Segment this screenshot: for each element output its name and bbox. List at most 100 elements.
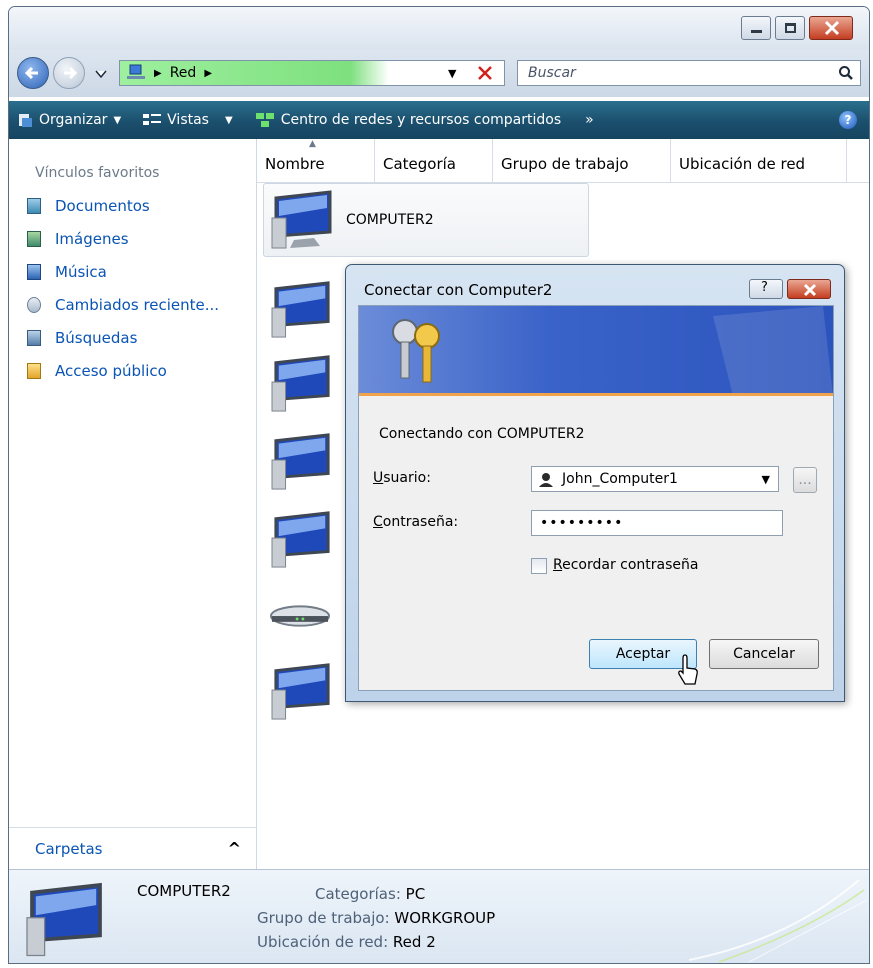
- router-icon[interactable]: [267, 587, 333, 647]
- dialog-banner: [359, 306, 833, 396]
- dialog-message: Conectando con COMPUTER2: [379, 426, 585, 442]
- network-icon: [127, 64, 145, 79]
- column-label: Ubicación de red: [679, 155, 806, 173]
- sidebar-item-label: Documentos: [55, 196, 150, 215]
- help-button[interactable]: ?: [839, 111, 857, 129]
- username-combo[interactable]: John_Computer1 ▼: [531, 466, 779, 492]
- search-icon[interactable]: [838, 65, 854, 81]
- ok-label: Aceptar: [615, 646, 671, 662]
- help-icon: ?: [761, 280, 768, 295]
- network-center-button[interactable]: Centro de redes y recursos compartidos: [255, 112, 561, 128]
- category-value: PC: [405, 885, 426, 903]
- mouse-cursor-icon: [678, 654, 698, 685]
- public-folder-icon: [27, 362, 41, 379]
- user-icon: [539, 473, 553, 487]
- breadcrumb-separator-icon: ▶: [154, 67, 162, 79]
- folders-label: Carpetas: [35, 839, 103, 858]
- close-button[interactable]: [809, 16, 853, 40]
- banner-watermark: [713, 306, 833, 393]
- browse-users-button[interactable]: ...: [793, 467, 817, 493]
- cancel-button[interactable]: Cancelar: [709, 639, 819, 669]
- pictures-icon: [27, 230, 41, 247]
- search-input[interactable]: Buscar: [517, 60, 861, 86]
- sidebar-item-imagenes[interactable]: Imágenes: [9, 222, 256, 255]
- dialog-body: Conectando con COMPUTER2 Usuario: John_C…: [358, 305, 834, 691]
- column-header-grupo[interactable]: Grupo de trabajo: [493, 139, 671, 182]
- chevron-down-icon: ▼: [761, 472, 770, 486]
- address-bar[interactable]: ▶ Red ▶ ▼: [119, 60, 505, 86]
- location-label: Ubicación de red:: [257, 933, 389, 951]
- password-field[interactable]: •••••••••: [531, 510, 783, 536]
- column-label: Nombre: [265, 155, 325, 173]
- computer-icon[interactable]: [269, 661, 335, 721]
- stop-icon[interactable]: [476, 64, 494, 82]
- recent-icon: [27, 296, 41, 313]
- back-arrow-icon: [24, 66, 38, 80]
- maximize-icon: [785, 23, 796, 33]
- organize-label: Organizar: [39, 112, 108, 128]
- history-dropdown-icon[interactable]: [95, 69, 107, 79]
- cancel-label: Cancelar: [733, 646, 795, 662]
- close-icon: [803, 283, 817, 297]
- computer-icon[interactable]: [269, 431, 335, 491]
- remember-password-label[interactable]: Recordar contraseña: [553, 557, 699, 573]
- details-pane: COMPUTER2 Categorías: PC Grupo de trabaj…: [9, 869, 869, 963]
- forward-button[interactable]: [53, 57, 85, 89]
- list-item-selected[interactable]: COMPUTER2: [263, 183, 589, 257]
- favorite-links-list: Documentos Imágenes Música Cambiados rec…: [9, 189, 256, 387]
- more-commands-button[interactable]: »: [585, 112, 594, 128]
- computer-name: COMPUTER2: [346, 212, 434, 228]
- computer-icon[interactable]: [269, 353, 335, 413]
- computer-icon[interactable]: [269, 509, 335, 569]
- back-button[interactable]: [17, 57, 49, 89]
- folders-toggle[interactable]: Carpetas ^: [9, 827, 257, 869]
- column-header-categoria[interactable]: Categoría: [375, 139, 493, 182]
- command-bar: Organizar ▼ Vistas ▼ Centro de redes y r…: [9, 101, 869, 139]
- favorite-links-header: Vínculos favoritos: [35, 165, 160, 181]
- sidebar-item-acceso-publico[interactable]: Acceso público: [9, 354, 256, 387]
- password-value: •••••••••: [540, 515, 624, 531]
- details-properties: Categorías: PC Grupo de trabajo: WORKGRO…: [257, 882, 495, 954]
- username-value: John_Computer1: [562, 471, 678, 487]
- column-header-ubicacion[interactable]: Ubicación de red: [671, 139, 847, 182]
- sidebar-item-busquedas[interactable]: Búsquedas: [9, 321, 256, 354]
- details-name: COMPUTER2: [137, 882, 231, 900]
- computer-icon: [26, 882, 102, 957]
- dialog-close-button[interactable]: [787, 279, 831, 299]
- minimize-button[interactable]: [741, 16, 771, 40]
- column-label: Grupo de trabajo: [501, 155, 629, 173]
- help-icon: ?: [844, 113, 852, 127]
- organize-icon: [19, 114, 32, 127]
- sidebar-item-label: Acceso público: [55, 361, 167, 380]
- close-icon: [824, 20, 840, 36]
- sidebar-item-label: Música: [55, 262, 107, 281]
- sidebar-item-recientes[interactable]: Cambiados reciente...: [9, 288, 256, 321]
- column-label: Categoría: [383, 155, 457, 173]
- navigation-pane: Vínculos favoritos Documentos Imágenes M…: [9, 139, 257, 869]
- organize-button[interactable]: Organizar ▼: [17, 112, 121, 128]
- dialog-title: Conectar con Computer2: [364, 281, 553, 299]
- address-row: ▶ Red ▶ ▼ Buscar: [9, 49, 869, 97]
- maximize-button[interactable]: [775, 16, 805, 40]
- documents-icon: [27, 197, 41, 214]
- sidebar-item-label: Imágenes: [55, 229, 129, 248]
- breadcrumb-red[interactable]: Red: [170, 65, 197, 81]
- network-center-icon: [255, 113, 274, 127]
- column-headers: ▲ Nombre Categoría Grupo de trabajo Ubic…: [257, 139, 869, 183]
- workgroup-label: Grupo de trabajo:: [257, 909, 390, 927]
- address-dropdown-icon[interactable]: ▼: [448, 67, 456, 80]
- column-header-nombre[interactable]: ▲ Nombre: [257, 139, 375, 182]
- chevron-up-icon: ^: [227, 839, 241, 858]
- chevron-down-icon: ▼: [224, 114, 233, 126]
- remember-password-checkbox[interactable]: [531, 558, 547, 574]
- sidebar-item-label: Búsquedas: [55, 328, 138, 347]
- views-button[interactable]: Vistas ▼: [143, 112, 233, 128]
- location-value: Red 2: [392, 933, 436, 951]
- dialog-help-button[interactable]: ?: [749, 279, 783, 299]
- sidebar-item-documentos[interactable]: Documentos: [9, 189, 256, 222]
- computer-icon[interactable]: [269, 279, 335, 339]
- chevron-down-icon: ▼: [113, 114, 122, 126]
- sidebar-item-musica[interactable]: Música: [9, 255, 256, 288]
- network-center-label: Centro de redes y recursos compartidos: [280, 112, 562, 128]
- forward-arrow-icon: [64, 66, 78, 80]
